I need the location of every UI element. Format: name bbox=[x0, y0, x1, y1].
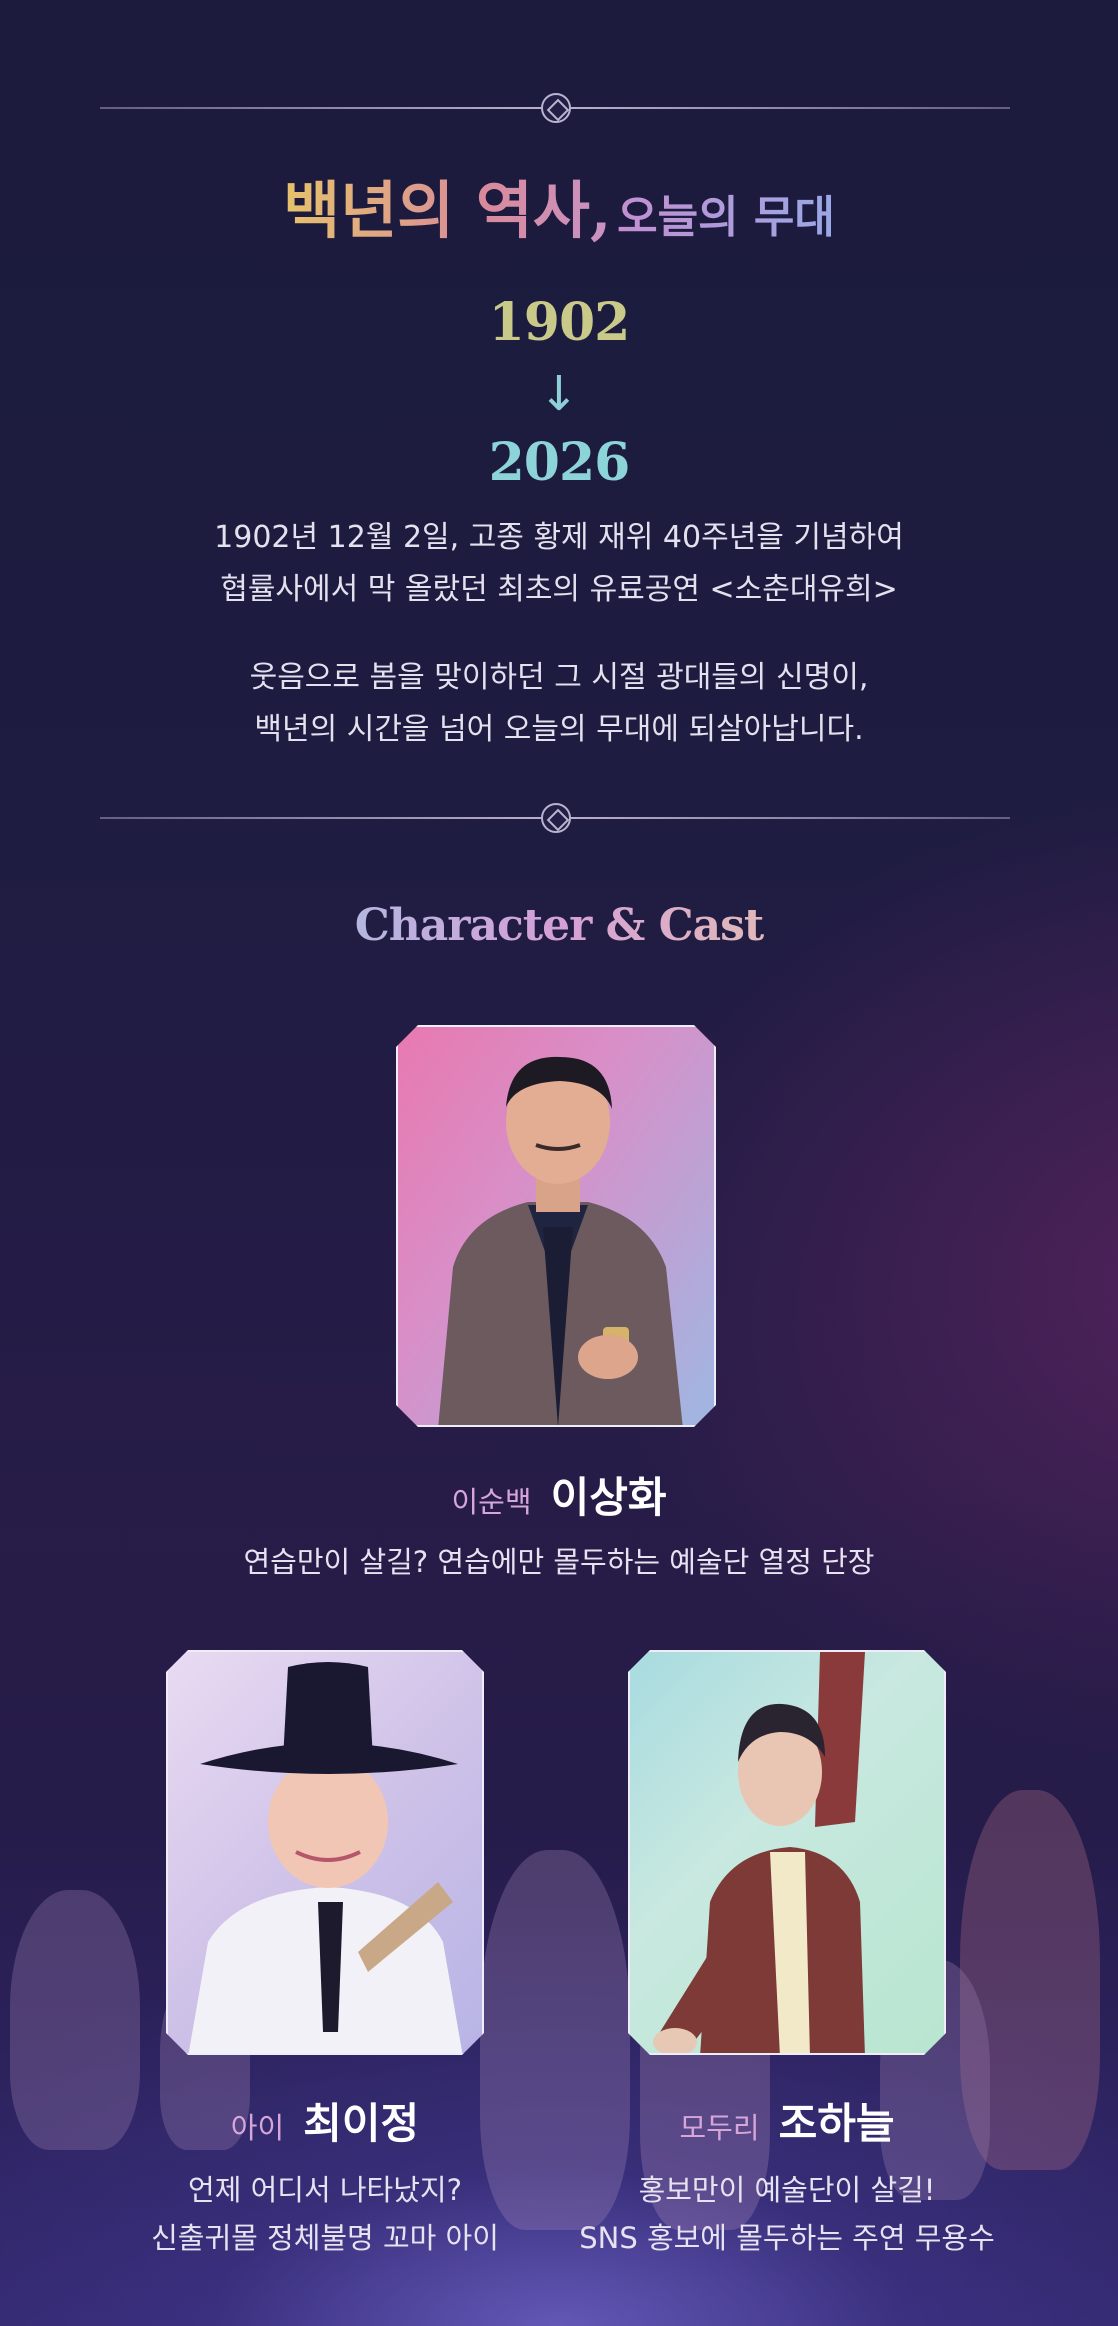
cast-2-title: 아이 최이정 bbox=[166, 2090, 484, 2151]
cast-3-description-line: 홍보만이 예술단이 살길! bbox=[638, 2173, 936, 2207]
middle-ornament-icon bbox=[541, 803, 571, 833]
history-paragraph-2: 웃음으로 봄을 맞이하던 그 시절 광대들의 신명이, 백년의 시간을 넘어 오… bbox=[0, 652, 1118, 756]
year-start: 1902 bbox=[488, 292, 631, 353]
dancer-woman-figure bbox=[630, 1652, 946, 2055]
history-title-sub: 오늘의 무대 bbox=[617, 192, 835, 243]
cast-3-name: 조하늘 bbox=[778, 2099, 895, 2148]
cast-2-description: 언제 어디서 나타났지? 신출귀몰 정체불명 꼬마 아이 bbox=[106, 2166, 544, 2262]
year-end: 2026 bbox=[488, 432, 631, 493]
top-ornament-icon bbox=[541, 93, 571, 123]
history-paragraph-1-line: 1902년 12월 2일, 고종 황제 재위 40주년을 기념하여 bbox=[214, 520, 904, 555]
history-title: 백년의 역사, 오늘의 무대 bbox=[0, 160, 1118, 250]
cast-photo-lee-sanghwa bbox=[396, 1025, 716, 1427]
cast-3-title: 모두리 조하늘 bbox=[628, 2090, 946, 2151]
history-title-main: 백년의 역사, bbox=[283, 174, 612, 247]
cast-photo-choi-ijeong bbox=[166, 1650, 484, 2055]
cast-photo-jo-haneul bbox=[628, 1650, 946, 2055]
history-paragraph-1: 1902년 12월 2일, 고종 황제 재위 40주년을 기념하여 협률사에서 … bbox=[0, 512, 1118, 616]
cast-section-title: Character & Cast bbox=[0, 900, 1118, 951]
cast-1-role: 이순백 bbox=[451, 1485, 532, 1519]
child-in-hanbok-figure bbox=[168, 1652, 484, 2055]
man-in-suit-figure bbox=[398, 1027, 716, 1427]
cast-3-role: 모두리 bbox=[679, 2111, 760, 2145]
cast-1-name: 이상화 bbox=[550, 1473, 667, 1522]
history-paragraph-2-line: 웃음으로 봄을 맞이하던 그 시절 광대들의 신명이, bbox=[249, 660, 869, 695]
cast-1-description-line: 연습만이 살길? 연습에만 몰두하는 예술단 열정 단장 bbox=[243, 1545, 875, 1579]
cast-1-description: 연습만이 살길? 연습에만 몰두하는 예술단 열정 단장 bbox=[0, 1538, 1118, 1586]
cast-3-description-line: SNS 홍보에 몰두하는 주연 무용수 bbox=[579, 2221, 995, 2255]
cast-2-description-line: 신출귀몰 정체불명 꼬마 아이 bbox=[151, 2221, 499, 2255]
cast-3-description: 홍보만이 예술단이 살길! SNS 홍보에 몰두하는 주연 무용수 bbox=[557, 2166, 1017, 2262]
down-arrow-icon: ↓ bbox=[538, 366, 580, 422]
cast-2-name: 최이정 bbox=[303, 2099, 420, 2148]
history-paragraph-1-line: 협률사에서 막 올랐던 최초의 유료공연 <소춘대유희> bbox=[220, 572, 898, 607]
cast-2-role: 아이 bbox=[230, 2111, 285, 2145]
cast-2-description-line: 언제 어디서 나타났지? bbox=[188, 2173, 462, 2207]
history-paragraph-2-line: 백년의 시간을 넘어 오늘의 무대에 되살아납니다. bbox=[254, 712, 864, 747]
cast-1-title: 이순백 이상화 bbox=[0, 1464, 1118, 1525]
